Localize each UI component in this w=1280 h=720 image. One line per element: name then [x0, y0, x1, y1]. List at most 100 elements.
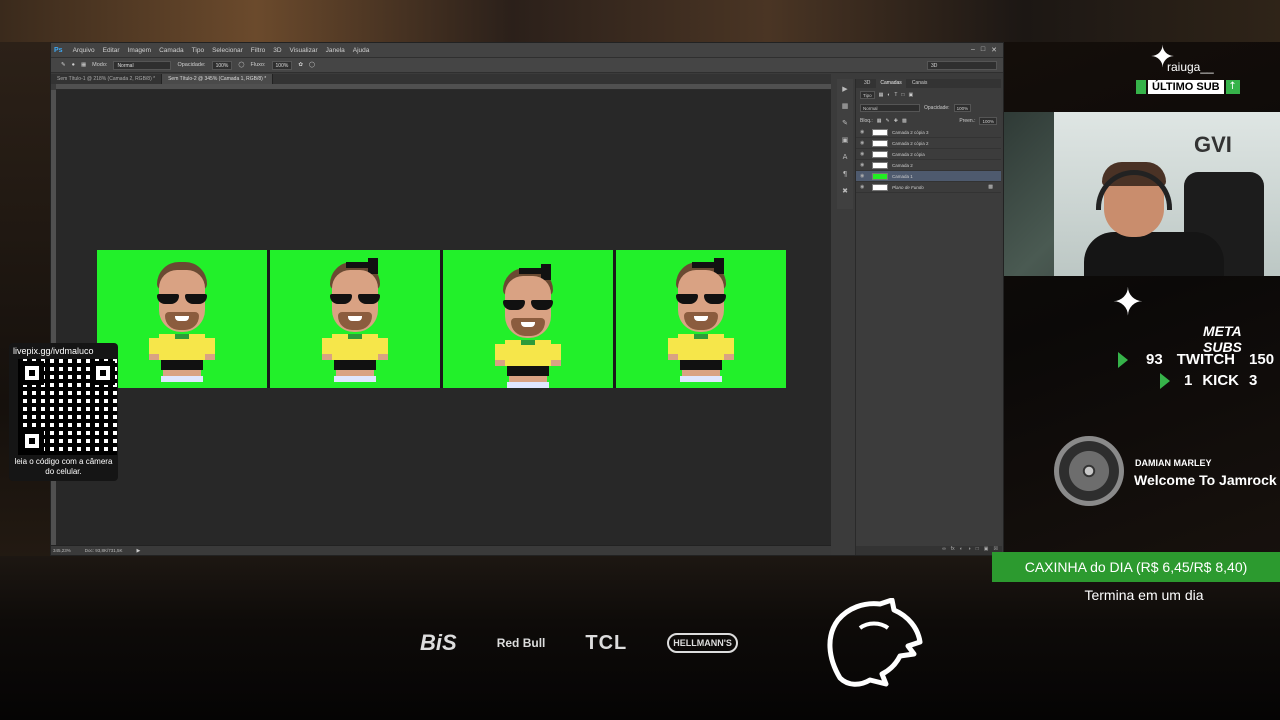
document-tabs: Sem Título-1 @ 218% (Camada 2, RGB/8) * …	[51, 74, 831, 84]
visibility-eye-icon[interactable]: ◉	[860, 184, 868, 190]
group-icon[interactable]: □	[976, 546, 979, 555]
layer-filter-select[interactable]: Tipo	[860, 90, 875, 99]
livepix-qr-widget: livepix.gg/ivdmaluco leia o código com a…	[9, 343, 118, 481]
minimize-icon[interactable]: –	[971, 46, 975, 54]
menu-imagem[interactable]: Imagem	[124, 47, 155, 54]
lock-position-icon[interactable]: ✚	[894, 118, 898, 124]
clone-source-icon[interactable]: ▣	[842, 136, 849, 144]
menu-3d[interactable]: 3D	[269, 47, 285, 54]
maximize-icon[interactable]: □	[981, 46, 985, 54]
visibility-eye-icon[interactable]: ◉	[860, 162, 868, 168]
sub-icon	[1136, 80, 1146, 94]
doc-tab-1[interactable]: Sem Título-1 @ 218% (Camada 2, RGB/8) *	[51, 74, 163, 84]
filter-pixel-icon[interactable]: ▦	[879, 92, 884, 98]
paragraph-icon[interactable]: ¶	[843, 170, 847, 178]
sprite-sheet[interactable]	[97, 250, 786, 388]
layer-row-background[interactable]: ◉ Plano de Fundo ▩	[856, 182, 1001, 193]
fill-input[interactable]: 100%	[979, 116, 997, 125]
mode-select[interactable]: Normal	[113, 60, 172, 70]
lock-row: Bloq.: ▦ ✎ ✚ ▩ Preen.: 100%	[856, 114, 1001, 127]
tab-canais[interactable]: Canais	[908, 79, 932, 88]
layer-name: Camada 1	[892, 173, 913, 179]
layers-panel-footer: ∞ fx ◐ ◑ □ ▣ ☒	[856, 546, 1002, 555]
menu-arquivo[interactable]: Arquivo	[69, 47, 99, 54]
music-track: Welcome To Jamrock	[1134, 472, 1277, 488]
menu-camada[interactable]: Camada	[155, 47, 188, 54]
tab-3d[interactable]: 3D	[860, 79, 874, 88]
brush-panel-icon[interactable]: ▦	[81, 62, 86, 68]
layer-row[interactable]: ◉ Camada 2	[856, 160, 1001, 171]
menu-visualizar[interactable]: Visualizar	[286, 47, 322, 54]
blend-mode-select[interactable]: Normal	[860, 103, 920, 112]
lock-all-icon[interactable]: ▩	[902, 118, 907, 124]
history-icon[interactable]: ▶	[842, 85, 847, 93]
visibility-eye-icon[interactable]: ◉	[860, 140, 868, 146]
tab-camadas[interactable]: Camadas	[876, 79, 906, 88]
flow-input[interactable]: 100%	[271, 60, 293, 70]
adjustment-icon[interactable]: ◑	[968, 546, 971, 555]
layer-row[interactable]: ◉ Camada 2 cópia 2	[856, 138, 1001, 149]
tool-presets-icon[interactable]: ✖	[842, 187, 848, 195]
brush-size-icon[interactable]: ●	[72, 62, 75, 68]
airbrush-icon[interactable]: ✿	[298, 62, 303, 68]
menu-selecionar[interactable]: Selecionar	[208, 47, 247, 54]
fx-icon[interactable]: fx	[951, 546, 955, 555]
streamer-body	[1084, 232, 1224, 276]
layer-row[interactable]: ◉ Camada 2 cópia	[856, 149, 1001, 160]
layer-thumbnail	[872, 183, 888, 191]
filter-type-icon[interactable]: T	[894, 92, 897, 98]
close-icon[interactable]: ✕	[991, 46, 997, 54]
visibility-eye-icon[interactable]: ◉	[860, 129, 868, 135]
visibility-eye-icon[interactable]: ◉	[860, 173, 868, 179]
visibility-eye-icon[interactable]: ◉	[860, 151, 868, 157]
panel-tool-strip: ▶ ▦ ✎ ▣ A ¶ ✖	[837, 79, 853, 209]
sprite-frame	[97, 250, 267, 388]
menu-tipo[interactable]: Tipo	[188, 47, 208, 54]
filter-shape-icon[interactable]: □	[901, 92, 904, 98]
workspace-select[interactable]: 3D	[927, 60, 997, 70]
mask-icon[interactable]: ◐	[960, 546, 963, 555]
opacity-label: Opacidade:	[177, 62, 206, 68]
pressure-opacity-icon[interactable]: ◯	[238, 62, 244, 68]
zoom-level[interactable]: 345,23%	[53, 548, 71, 553]
opacity-input[interactable]: 100%	[211, 60, 233, 70]
brushes-icon[interactable]: ✎	[842, 119, 848, 127]
twitch-current: 93	[1146, 351, 1163, 368]
menu-filtro[interactable]: Filtro	[247, 47, 269, 54]
layer-row[interactable]: ◉ Camada 2 cópia 3	[856, 127, 1001, 138]
kick-current: 1	[1184, 372, 1193, 389]
now-playing: DAMIAN MARLEY Welcome To Jamrock	[1050, 436, 1280, 508]
filter-smart-icon[interactable]: ▣	[908, 92, 913, 98]
brush-tool-icon[interactable]: ✎	[61, 62, 66, 68]
layer-filter-row: Tipo ▦ ◐ T □ ▣	[856, 88, 1001, 101]
twitch-sub-goal: 93 TWITCH 150	[1118, 351, 1274, 368]
lock-icon: ▩	[988, 184, 993, 190]
ps-options-bar: ✎ ● ▦ Modo: Normal Opacidade: 100% ◯ Flu…	[51, 57, 1003, 73]
music-artist: DAMIAN MARLEY	[1135, 458, 1212, 468]
ps-menubar: Ps Arquivo Editar Imagem Camada Tipo Sel…	[51, 43, 1003, 57]
lock-pixels-icon[interactable]: ✎	[886, 118, 890, 124]
layer-thumbnail	[872, 128, 888, 136]
doc-tab-2[interactable]: Sem Título-2 @ 345% (Camada 1, RGB/8) *	[162, 74, 274, 84]
lock-transparency-icon[interactable]: ▦	[877, 118, 882, 124]
swatches-icon[interactable]: ▦	[842, 102, 849, 110]
layer-thumbnail	[872, 139, 888, 147]
qr-caption: leia o código com a câmera do celular.	[14, 457, 113, 476]
filter-adjust-icon[interactable]: ◐	[887, 92, 890, 98]
layer-opacity-label: Opacidade:	[924, 104, 950, 111]
kick-goal: 3	[1249, 372, 1258, 389]
menu-editar[interactable]: Editar	[99, 47, 124, 54]
new-layer-icon[interactable]: ▣	[984, 546, 989, 555]
qr-code	[18, 359, 117, 455]
link-layers-icon[interactable]: ∞	[942, 546, 946, 555]
pressure-size-icon[interactable]: ◯	[309, 62, 315, 68]
play-icon[interactable]: ▶	[137, 548, 141, 554]
fill-label: Preen.:	[959, 117, 976, 124]
background-art-top	[0, 0, 1280, 42]
menu-janela[interactable]: Janela	[322, 47, 349, 54]
layer-row-selected[interactable]: ◉ Camada 1	[856, 171, 1001, 182]
caxinha-subtitle: Termina em um dia	[1084, 587, 1204, 603]
layer-opacity-input[interactable]: 100%	[953, 103, 972, 112]
character-icon[interactable]: A	[843, 153, 848, 161]
menu-ajuda[interactable]: Ajuda	[349, 47, 374, 54]
